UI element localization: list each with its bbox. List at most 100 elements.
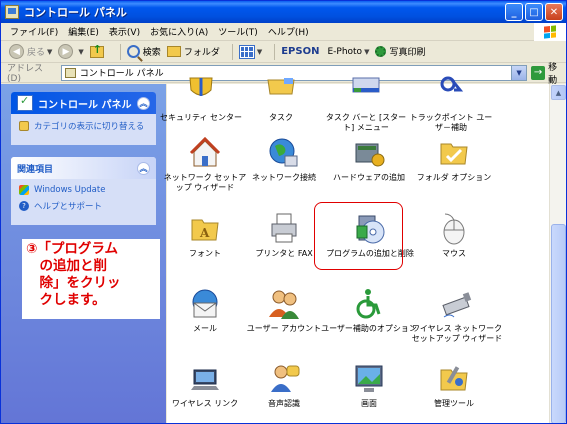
folders-label: フォルダ bbox=[183, 48, 220, 58]
related-section-header[interactable]: 関連項目 ︽ bbox=[11, 157, 156, 179]
instruction-callout: ③「プログラム の追加と削 除」をクリッ クします。 bbox=[22, 239, 160, 319]
globe-icon bbox=[269, 138, 298, 167]
up-folder-button[interactable] bbox=[89, 43, 108, 58]
back-button[interactable]: ◀ 戻る ▼ bbox=[9, 44, 52, 59]
photo-print-button[interactable]: 写真印刷 bbox=[375, 45, 425, 58]
chevron-down-icon[interactable]: ▼ bbox=[511, 65, 527, 80]
views-button[interactable]: ▼ bbox=[238, 44, 262, 59]
item-folder-options[interactable]: フォルダ オプション bbox=[410, 136, 498, 183]
scroll-up-button[interactable]: ▲ bbox=[551, 85, 566, 100]
item-label: プリンタと FAX bbox=[255, 249, 313, 258]
control-panel-icon bbox=[17, 94, 33, 111]
item-security-center[interactable]: セキュリティ センター bbox=[157, 76, 245, 123]
item-label: セキュリティ センター bbox=[159, 113, 243, 122]
photo-print-icon bbox=[375, 46, 387, 57]
item-wireless-network-setup-wizard[interactable]: ワイヤレス ネットワーク セットアップ ウィザード bbox=[407, 287, 507, 344]
item-label: ネットワーク セットアップ ウィザード bbox=[163, 173, 247, 192]
accessibility-icon bbox=[440, 76, 464, 92]
menu-bar: ファイル(F) 編集(E) 表示(V) お気に入り(A) ツール(T) ヘルプ(… bbox=[1, 23, 566, 41]
users-icon bbox=[269, 290, 299, 319]
usb-wireless-icon bbox=[442, 292, 472, 318]
help-support-link[interactable]: ? ヘルプとサポート bbox=[19, 200, 148, 212]
up-folder-icon bbox=[89, 43, 104, 58]
windows-logo-icon bbox=[534, 23, 566, 41]
item-administrative-tools[interactable]: 管理ツール bbox=[410, 362, 498, 409]
item-label: ネットワーク接続 bbox=[252, 173, 316, 182]
item-user-accounts[interactable]: ユーザー アカウント bbox=[240, 287, 328, 334]
close-button[interactable]: ✕ bbox=[545, 3, 563, 21]
related-section: 関連項目 ︽ Windows Update ? ヘルプとサポート bbox=[11, 157, 156, 225]
taskbar-icon bbox=[352, 77, 380, 93]
vertical-scrollbar[interactable]: ▲ bbox=[549, 84, 566, 423]
toolbar-divider bbox=[119, 43, 121, 60]
forward-button[interactable]: ▶ ▼ bbox=[58, 44, 84, 59]
menu-view[interactable]: 表示(V) bbox=[104, 25, 145, 38]
item-label: ワイヤレス ネットワーク セットアップ ウィザード bbox=[411, 324, 503, 343]
windows-update-link[interactable]: Windows Update bbox=[19, 185, 148, 195]
photo-print-label: 写真印刷 bbox=[389, 48, 426, 58]
help-icon: ? bbox=[19, 201, 29, 211]
item-taskbar-start-menu[interactable]: タスク バーと [スタート] メニュー bbox=[322, 76, 410, 133]
address-label: アドレス(D) bbox=[7, 64, 44, 84]
search-icon bbox=[126, 45, 140, 58]
item-label: ユーザー補助のオプション bbox=[321, 324, 417, 333]
title-bar[interactable]: コントロール パネル _ □ ✕ bbox=[1, 1, 566, 23]
control-panel-window: コントロール パネル _ □ ✕ ファイル(F) 編集(E) 表示(V) お気に… bbox=[0, 0, 567, 424]
search-label: 検索 bbox=[142, 48, 161, 58]
item-label: メール bbox=[193, 324, 217, 333]
folder-icon bbox=[166, 46, 181, 57]
folder-options-icon bbox=[440, 143, 468, 165]
toolbar: ◀ 戻る ▼ ▶ ▼ 検索 フォルダ ▼ EPSON E-Photo ▼ bbox=[1, 41, 566, 63]
item-label: ハードウェアの追加 bbox=[333, 173, 405, 182]
window-controls: _ □ ✕ bbox=[505, 3, 563, 21]
minimize-button[interactable]: _ bbox=[505, 3, 523, 21]
item-fonts[interactable]: A フォント bbox=[161, 212, 249, 259]
item-accessibility-options[interactable]: ユーザー補助のオプション bbox=[319, 287, 419, 334]
item-tasks[interactable]: タスク bbox=[237, 76, 325, 123]
folder-icon bbox=[267, 78, 295, 95]
views-icon bbox=[238, 44, 255, 59]
home-network-icon bbox=[189, 136, 221, 167]
windows-update-icon bbox=[19, 185, 29, 195]
fonts-folder-icon: A bbox=[191, 219, 219, 241]
scroll-thumb[interactable] bbox=[551, 224, 566, 423]
mail-icon bbox=[192, 289, 218, 318]
item-wireless-link[interactable]: ワイヤレス リンク bbox=[161, 362, 249, 409]
go-button[interactable]: → 移動 bbox=[531, 60, 566, 86]
address-value: コントロール パネル bbox=[79, 69, 164, 79]
related-section-body: Windows Update ? ヘルプとサポート bbox=[11, 179, 156, 225]
item-label: 画面 bbox=[361, 399, 377, 408]
search-button[interactable]: 検索 bbox=[126, 45, 161, 58]
switch-view-label: カテゴリの表示に切り替える bbox=[34, 122, 145, 132]
menu-file[interactable]: ファイル(F) bbox=[5, 25, 63, 38]
collapse-icon[interactable]: ︽ bbox=[137, 96, 150, 110]
item-mouse[interactable]: マウス bbox=[410, 212, 498, 259]
category-view-icon bbox=[19, 121, 29, 131]
highlight-box bbox=[314, 202, 403, 270]
control-panel-section-header[interactable]: コントロール パネル ︽ bbox=[11, 92, 156, 114]
item-add-hardware[interactable]: ハードウェアの追加 bbox=[325, 136, 413, 183]
menu-help[interactable]: ヘルプ(H) bbox=[263, 25, 314, 38]
collapse-icon[interactable]: ︽ bbox=[137, 161, 150, 175]
control-panel-icon bbox=[64, 67, 76, 78]
item-network-connections[interactable]: ネットワーク接続 bbox=[240, 136, 328, 183]
chevron-down-icon: ▼ bbox=[78, 47, 84, 56]
maximize-button[interactable]: □ bbox=[525, 3, 543, 21]
back-arrow-icon: ◀ bbox=[9, 44, 24, 59]
hardware-icon bbox=[355, 143, 385, 167]
folders-button[interactable]: フォルダ bbox=[166, 45, 220, 58]
menu-edit[interactable]: 編集(E) bbox=[63, 25, 104, 38]
switch-to-category-view-link[interactable]: カテゴリの表示に切り替える bbox=[19, 120, 148, 132]
menu-favorites[interactable]: お気に入り(A) bbox=[145, 25, 213, 38]
menu-tools[interactable]: ツール(T) bbox=[213, 25, 263, 38]
chevron-down-icon: ▼ bbox=[47, 47, 53, 56]
item-display[interactable]: 画面 bbox=[325, 362, 413, 409]
item-mail[interactable]: メール bbox=[161, 287, 249, 334]
ephoto-button[interactable]: E-Photo ▼ bbox=[327, 47, 369, 57]
windows-update-label: Windows Update bbox=[34, 185, 106, 195]
go-label: 移動 bbox=[548, 62, 558, 86]
item-speech[interactable]: 音声認識 bbox=[240, 362, 328, 409]
item-network-setup-wizard[interactable]: ネットワーク セットアップ ウィザード bbox=[161, 136, 249, 193]
item-label: タスク バーと [スタート] メニュー bbox=[325, 113, 407, 132]
item-trackpoint-accessibility[interactable]: トラックポイント ユーザ－補助 bbox=[407, 76, 495, 133]
